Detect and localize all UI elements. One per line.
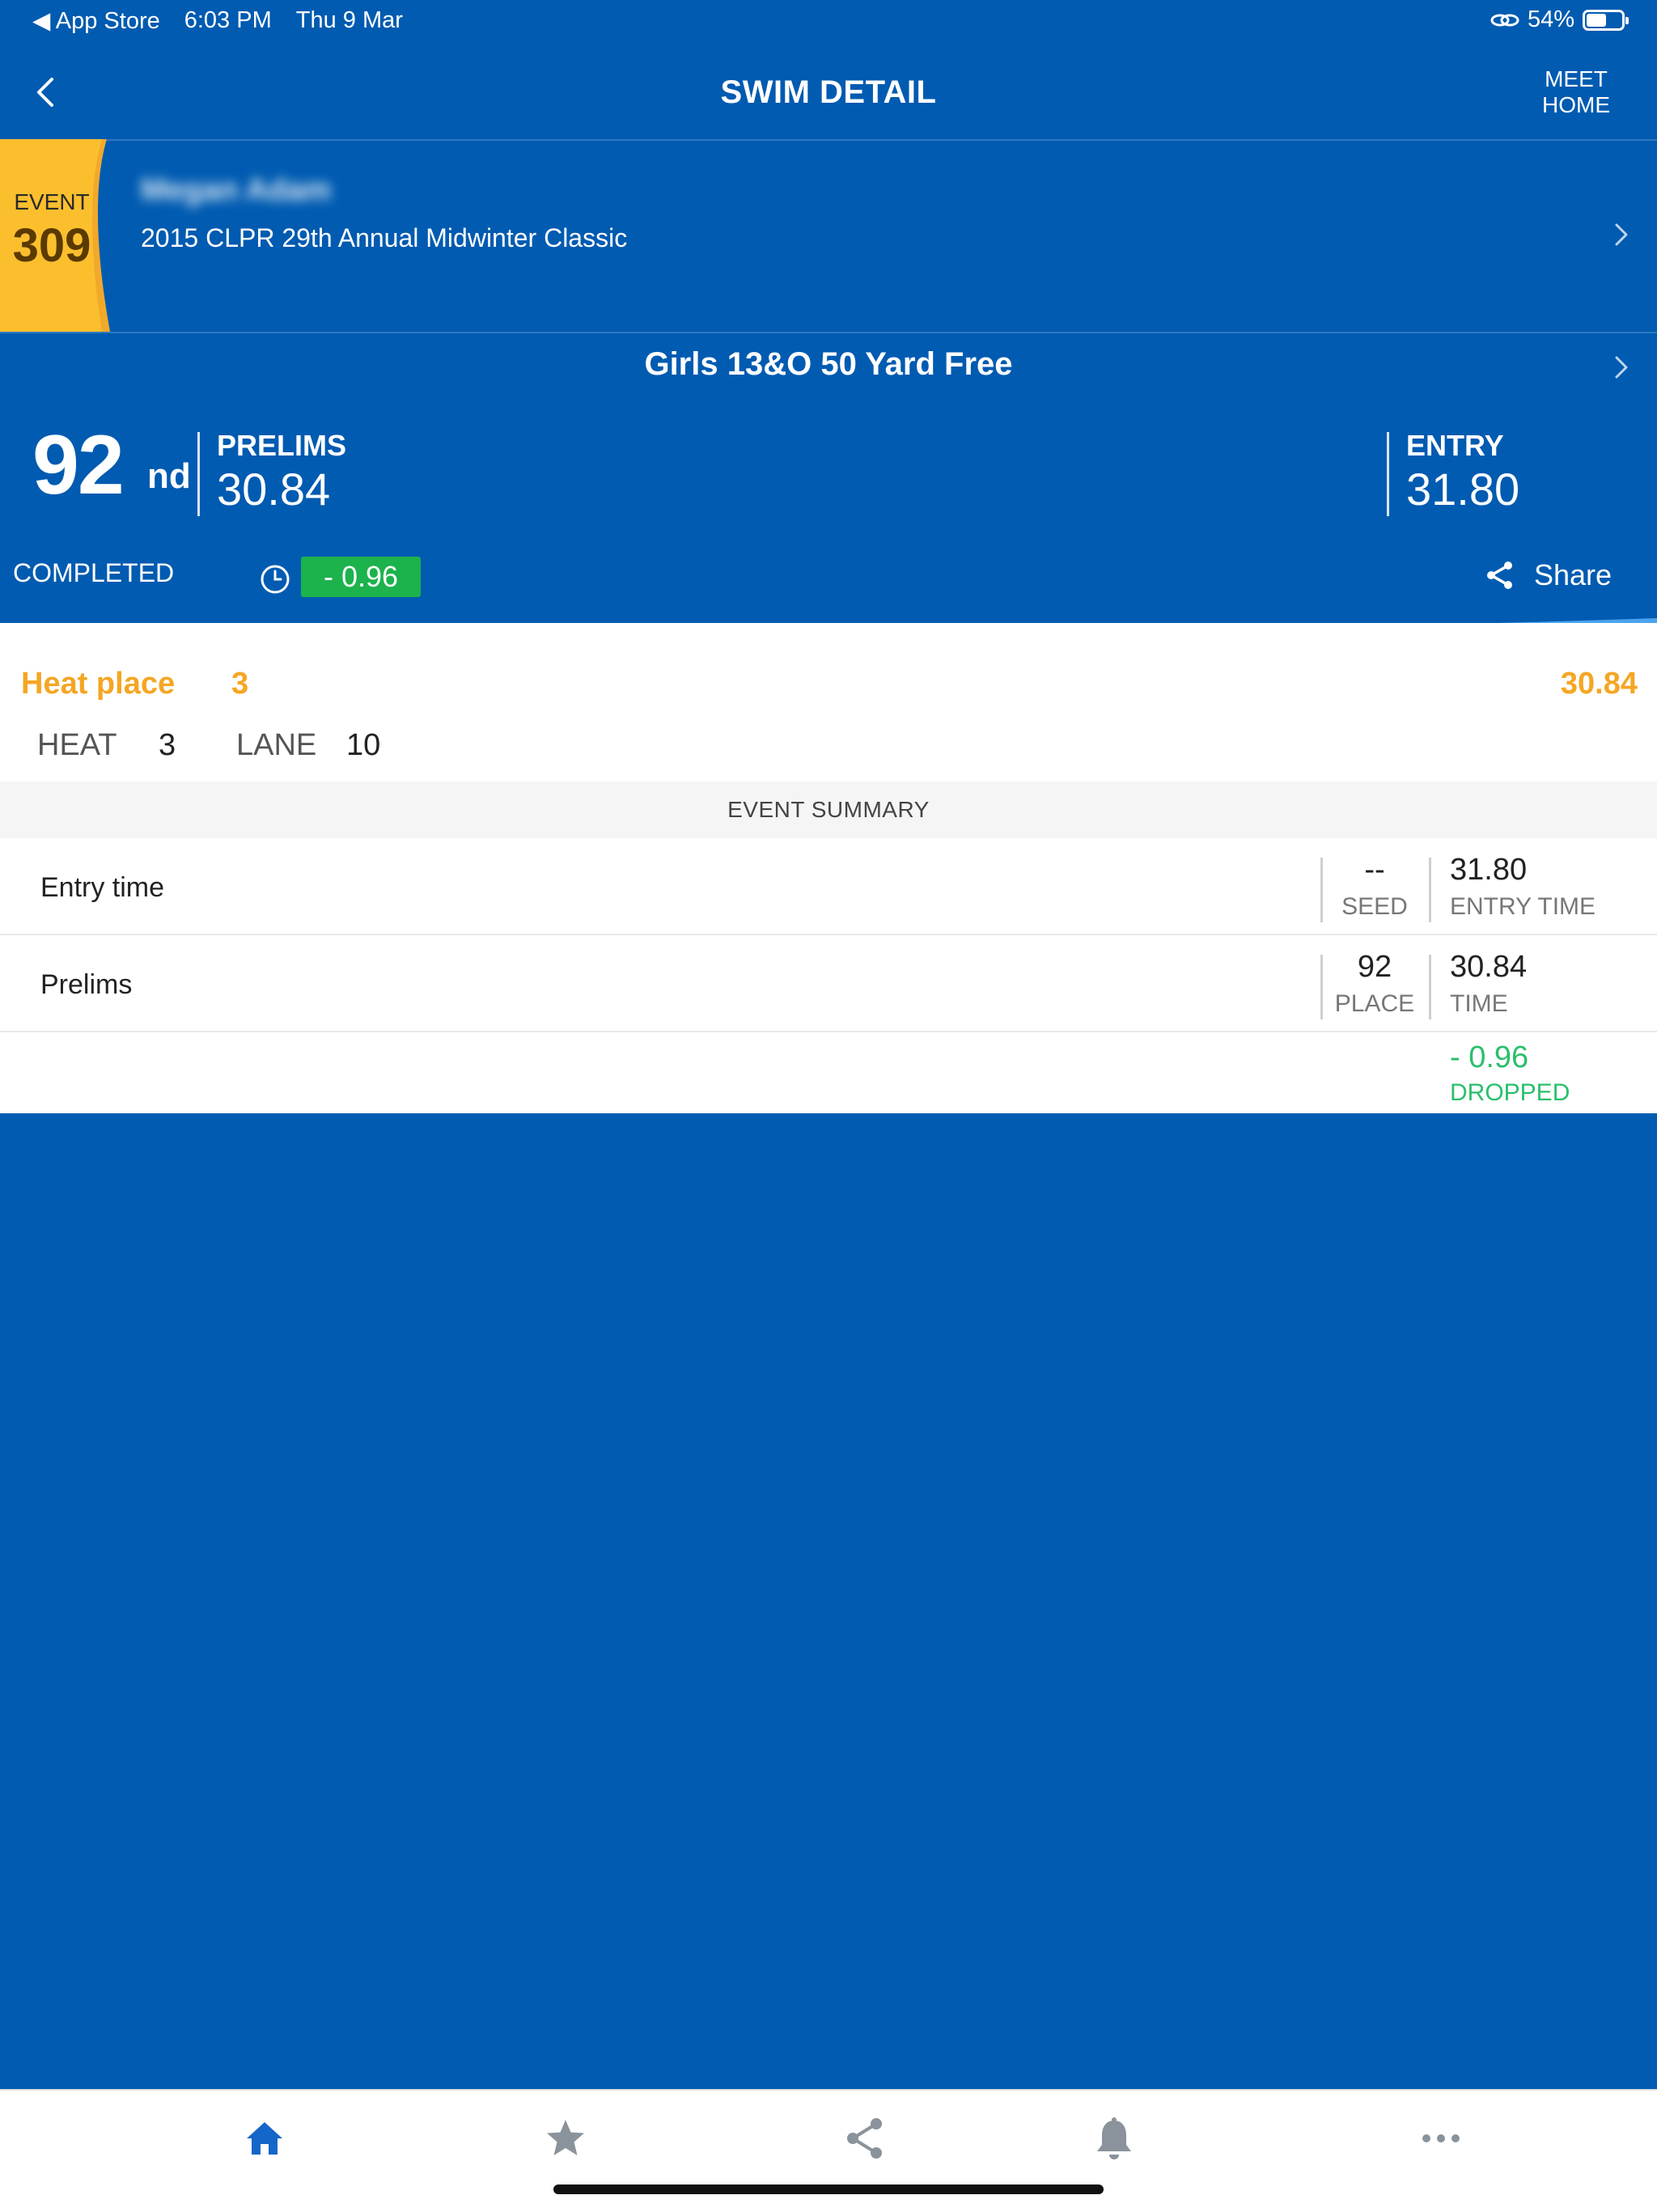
divider [1429,858,1431,922]
bell-icon [1097,2117,1131,2159]
summary-row-label: Prelims [40,969,133,1000]
event-label: EVENT [14,189,90,214]
lane-label: LANE [236,728,317,762]
dropped-caption: DROPPED [1450,1079,1570,1106]
heat-place-label: Heat place [21,667,176,701]
tab-home[interactable] [236,2110,293,2167]
place-value: 92 [1357,950,1392,984]
share-label: Share [1534,558,1613,591]
heat-value: 3 [159,728,176,762]
prelims-label: PRELIMS [217,429,347,462]
meet-name: 2015 CLPR 29th Annual Midwinter Classic [141,223,628,252]
share-icon [847,2118,882,2159]
tab-more[interactable] [1413,2110,1469,2167]
entry-time-caption: ENTRY TIME [1450,893,1596,920]
link-icon [1490,14,1519,26]
share-icon [1487,561,1512,589]
status-date: Thu 9 Mar [295,7,403,33]
event-title: Girls 13&O 50 Yard Free [644,346,1013,382]
status-label: COMPLETED [13,558,175,587]
tab-share[interactable] [837,2110,893,2167]
nav-bar: SWIM DETAIL MEET HOME [0,45,1657,141]
status-bar: ◀ App Store 6:03 PM Thu 9 Mar 54% [0,0,1657,45]
summary-row-label: Entry time [40,872,165,903]
heat-time: 30.84 [1560,667,1638,701]
battery-icon [1583,9,1629,31]
status-time: 6:03 PM [184,7,272,33]
summary-row-entry-time: Entry time -- SEED 31.80 ENTRY TIME [0,838,1657,935]
home-icon [247,2122,282,2155]
battery-percent: 54% [1527,6,1574,32]
meet-home-button[interactable]: MEET HOME [1528,66,1625,118]
star-icon [547,2120,584,2155]
more-icon [1422,2134,1460,2142]
chevron-right-icon [1615,356,1628,379]
time-drop-badge: - 0.96 [301,557,421,597]
meet-home-label-line1: MEET [1545,66,1608,91]
tab-notifications[interactable] [1086,2110,1142,2167]
prelims-time: 30.84 [217,464,331,515]
back-to-app-link[interactable]: ◀ App Store [32,6,160,35]
prelims-time-caption: TIME [1450,990,1508,1017]
divider [197,432,200,516]
seed-value: -- [1364,853,1385,887]
swimmer-row[interactable]: EVENT 309 Megan Adam 2015 CLPR 29th Annu… [0,139,1657,333]
share-button[interactable]: Share [1484,558,1612,592]
home-indicator [553,2184,1104,2194]
heat-label: HEAT [37,728,117,762]
place-suffix: nd [147,456,191,496]
meet-home-label-line2: HOME [1542,92,1610,117]
chevron-right-icon [1615,223,1628,246]
heat-place-value: 3 [231,667,249,701]
event-summary-header: EVENT SUMMARY [0,782,1657,838]
detail-panel: Heat place 3 30.84 HEAT 3 LANE 10 EVENT … [0,623,1657,1113]
prelims-time-value: 30.84 [1450,950,1528,984]
entry-time-value: 31.80 [1450,853,1528,887]
summary-row-prelims: Prelims 92 PLACE 30.84 TIME [0,935,1657,1032]
entry-label: ENTRY [1406,429,1504,462]
summary-row-dropped: - 0.96 DROPPED [0,1032,1657,1113]
tab-favorites[interactable] [537,2110,594,2167]
lane-value: 10 [346,728,381,762]
seed-caption: SEED [1341,893,1408,920]
page-title: SWIM DETAIL [720,74,937,110]
divider [1429,955,1431,1019]
entry-time: 31.80 [1406,464,1520,515]
dropped-value: - 0.96 [1450,1040,1529,1074]
divider [1387,432,1389,516]
swimmer-name: Megan Adam [141,173,332,207]
place-number: 92 [32,418,125,512]
place-caption: PLACE [1334,990,1415,1017]
clock-icon [261,565,290,594]
event-number: 309 [12,219,91,272]
